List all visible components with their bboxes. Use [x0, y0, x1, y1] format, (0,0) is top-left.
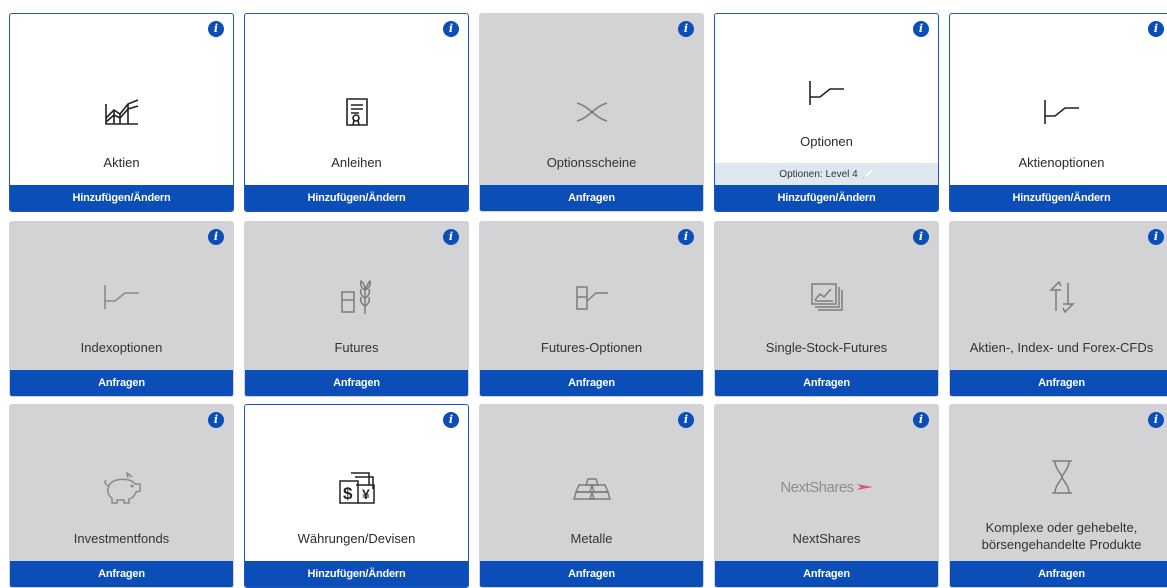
- wheat-futures-icon: [339, 278, 375, 316]
- info-icon[interactable]: i: [1148, 412, 1164, 428]
- product-tile-optionsscheine[interactable]: i Optionsscheine Anfragen: [479, 13, 704, 212]
- info-icon[interactable]: i: [678, 229, 694, 245]
- futures-option-icon: [574, 283, 610, 311]
- permission-level-badge: Optionen: Level 4: [715, 163, 938, 187]
- request-button[interactable]: Anfragen: [480, 561, 703, 587]
- add-change-button[interactable]: Hinzufügen/Ändern: [245, 561, 468, 587]
- product-label: Aktienoptionen: [1018, 155, 1105, 170]
- option-payoff-icon: [101, 283, 143, 311]
- product-tile-aktien[interactable]: i Aktien Hinzufügen/Ändern: [9, 13, 234, 212]
- option-payoff-icon: [806, 79, 848, 107]
- info-icon[interactable]: i: [1148, 229, 1164, 245]
- info-icon[interactable]: i: [208, 21, 224, 37]
- info-icon[interactable]: i: [208, 412, 224, 428]
- add-change-button[interactable]: Hinzufügen/Ändern: [715, 185, 938, 211]
- product-label: NextShares: [792, 531, 861, 546]
- product-tile-komplexe-oder-gehebelte-börsengehandelte-produkte[interactable]: i Komplexe oder gehebelte, börsengehandel…: [949, 404, 1167, 588]
- product-label: Anleihen: [331, 155, 382, 170]
- product-label: Währungen/Devisen: [297, 531, 416, 546]
- pencil-icon: [862, 168, 874, 181]
- add-change-button[interactable]: Hinzufügen/Ändern: [10, 185, 233, 211]
- info-icon[interactable]: i: [1148, 21, 1164, 37]
- nextshares-logo-text: NextShares: [780, 479, 854, 496]
- svg-text:$: $: [343, 484, 353, 503]
- product-label: Komplexe oder gehebelte, börsengehandelt…: [981, 520, 1142, 552]
- request-button[interactable]: Anfragen: [950, 370, 1167, 396]
- info-icon[interactable]: i: [913, 21, 929, 37]
- info-icon[interactable]: i: [443, 412, 459, 428]
- product-tile-metalle[interactable]: i Metalle Anfragen: [479, 404, 704, 588]
- product-label: Indexoptionen: [80, 340, 163, 355]
- piggy-bank-icon: [101, 472, 143, 504]
- info-icon[interactable]: i: [678, 21, 694, 37]
- info-icon[interactable]: i: [913, 229, 929, 245]
- request-button[interactable]: Anfragen: [715, 561, 938, 587]
- product-tile-anleihen[interactable]: i Anleihen Hinzufügen/Ändern: [244, 13, 469, 212]
- product-label: Aktien: [103, 155, 140, 170]
- add-change-button[interactable]: Hinzufügen/Ändern: [950, 185, 1167, 211]
- product-label: Optionen: [800, 134, 853, 149]
- request-button[interactable]: Anfragen: [10, 561, 233, 587]
- request-button[interactable]: Anfragen: [10, 370, 233, 396]
- product-tile-währungen-devisen[interactable]: i $ ¥ Währungen/Devisen Hinzufügen/Ändern: [244, 404, 469, 588]
- stacked-charts-icon: [809, 281, 845, 313]
- request-button[interactable]: Anfragen: [715, 370, 938, 396]
- request-button[interactable]: Anfragen: [950, 561, 1167, 587]
- permission-level-text: Optionen: Level 4: [779, 169, 858, 180]
- product-tile-futures[interactable]: i Futures Anfragen: [244, 221, 469, 397]
- product-tile-nextshares[interactable]: i NextShares NextShares Anfragen: [714, 404, 939, 588]
- product-tile-single-stock-futures[interactable]: i Single-Stock-Futures Anfragen: [714, 221, 939, 397]
- hourglass-icon: [1049, 459, 1075, 495]
- product-label: Futures-Optionen: [540, 340, 643, 355]
- product-tile-indexoptionen[interactable]: i Indexoptionen Anfragen: [9, 221, 234, 397]
- product-tile-grid: i Aktien Hinzufügen/Ändern i Anleihen Hinzufü…: [0, 0, 1167, 588]
- bond-certificate-icon: [344, 96, 370, 128]
- request-button[interactable]: Anfragen: [480, 185, 703, 211]
- product-label: Optionsscheine: [546, 155, 637, 170]
- svg-text:¥: ¥: [362, 486, 370, 502]
- gold-bars-icon: [572, 476, 612, 500]
- arrow-icon: [856, 484, 873, 490]
- product-tile-investmentfonds[interactable]: i Investmentfonds Anfragen: [9, 404, 234, 588]
- product-label: Single-Stock-Futures: [765, 340, 888, 355]
- exchange-arrows-icon: [1047, 280, 1077, 314]
- info-icon[interactable]: i: [913, 412, 929, 428]
- info-icon[interactable]: i: [678, 412, 694, 428]
- add-change-button[interactable]: Hinzufügen/Ändern: [245, 185, 468, 211]
- stock-chart-icon: [102, 96, 142, 128]
- product-label: Metalle: [570, 531, 613, 546]
- option-payoff-icon: [1041, 98, 1083, 126]
- product-tile-aktien-index-und-forex-cfds[interactable]: i Aktien-, Index- und Forex-CFDs Anfragen: [949, 221, 1167, 397]
- request-button[interactable]: Anfragen: [245, 370, 468, 396]
- nextshares-logo: NextShares: [780, 479, 873, 496]
- warrant-cross-icon: [575, 100, 609, 124]
- info-icon[interactable]: i: [208, 229, 224, 245]
- product-label: Aktien-, Index- und Forex-CFDs: [969, 340, 1154, 355]
- product-label: Futures: [334, 340, 379, 355]
- product-tile-optionen[interactable]: i Optionen Optionen: Level 4 Hinzufügen/Änd…: [714, 13, 939, 212]
- info-icon[interactable]: i: [443, 229, 459, 245]
- request-button[interactable]: Anfragen: [480, 370, 703, 396]
- product-tile-futures-optionen[interactable]: i Futures-Optionen Anfragen: [479, 221, 704, 397]
- info-icon[interactable]: i: [443, 21, 459, 37]
- currency-bills-icon: $ ¥: [337, 471, 377, 505]
- product-tile-aktienoptionen[interactable]: i Aktienoptionen Hinzufügen/Ändern: [949, 13, 1167, 212]
- product-label: Investmentfonds: [73, 531, 170, 546]
